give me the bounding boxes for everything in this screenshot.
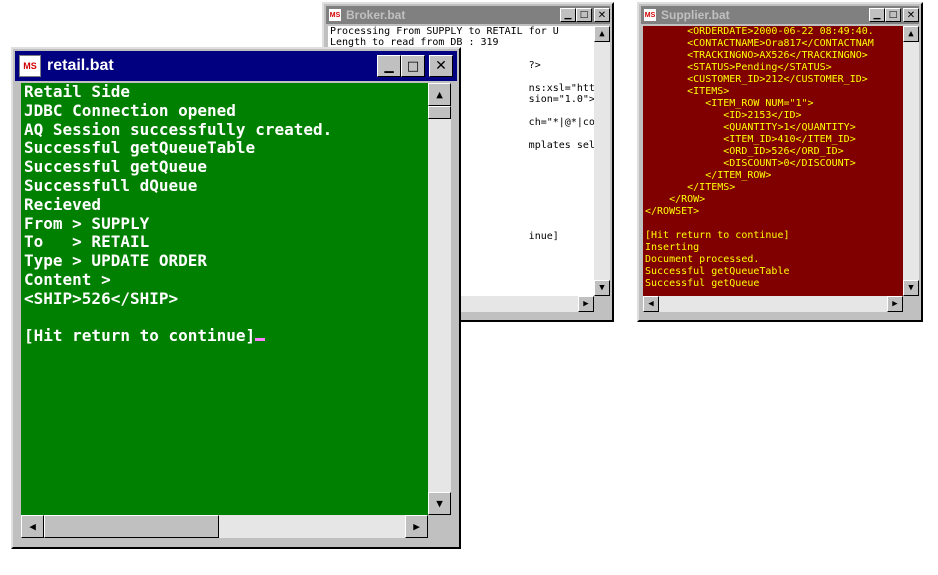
console-line: <ORDERDATE>2000-06-22 08:49:40.: [645, 26, 874, 37]
supplier-minimize-button[interactable]: ▁: [869, 8, 885, 22]
retail-title: retail.bat: [47, 57, 114, 74]
console-line: </ROWSET>: [645, 206, 700, 217]
scroll-up-arrow[interactable]: ▲: [428, 83, 451, 106]
console-line: Successful getQueue: [645, 278, 760, 289]
retail-console[interactable]: Retail Side JDBC Connection opened AQ Sess…: [21, 83, 428, 515]
resize-grip[interactable]: [428, 515, 451, 538]
supplier-console[interactable]: <ORDERDATE>2000-06-22 08:49:40. <CONTACT…: [643, 26, 903, 296]
close-icon: ✕: [597, 9, 607, 21]
scroll-down-arrow[interactable]: ▼: [428, 492, 451, 515]
broker-title: Broker.bat: [346, 8, 406, 22]
console-line: Successfull dQueue: [24, 175, 198, 195]
retail-minimize-button[interactable]: ▁: [377, 55, 401, 77]
broker-vertical-scrollbar[interactable]: ▲ ▼: [594, 26, 610, 296]
console-line: JDBC Connection opened: [24, 100, 236, 120]
retail-maximize-button[interactable]: □: [401, 55, 425, 77]
console-line: Retail Side: [24, 83, 130, 101]
minimize-icon: ▁: [564, 10, 572, 20]
console-line: Successful getQueue: [24, 157, 208, 177]
console-line: Successful getQueueTable: [645, 266, 790, 277]
console-line: <SHIP>526</SHIP>: [24, 288, 179, 308]
ms-dos-app-icon[interactable]: MS: [643, 8, 657, 22]
scroll-down-arrow[interactable]: ▼: [903, 280, 919, 296]
console-line: To > RETAIL: [24, 232, 150, 252]
ms-dos-app-icon[interactable]: MS: [328, 8, 342, 22]
maximize-icon: □: [579, 10, 589, 20]
scroll-left-arrow[interactable]: ◀: [21, 515, 44, 538]
text-cursor: [255, 338, 266, 342]
scroll-thumb[interactable]: [428, 106, 451, 119]
console-line: <TRACKINGNO>AX526</TRACKINGNO>: [645, 50, 868, 61]
scroll-up-arrow[interactable]: ▲: [594, 26, 610, 42]
console-line: Type > UPDATE ORDER: [24, 251, 208, 271]
supplier-window[interactable]: MS Supplier.bat ▁ □ ✕ <ORDERDATE>2000-06…: [637, 2, 923, 322]
console-line: <CUSTOMER_ID>212</CUSTOMER_ID>: [645, 74, 868, 85]
close-icon: ✕: [435, 58, 447, 74]
console-line: AQ Session successfully created.: [24, 119, 333, 139]
console-line: <ITEM_ID>410</ITEM_ID>: [645, 134, 856, 145]
resize-grip[interactable]: [903, 296, 919, 312]
scroll-left-arrow[interactable]: ◀: [643, 296, 659, 312]
retail-window[interactable]: MS retail.bat ▁ □ ✕ Retail Side JDBC Conn…: [11, 47, 461, 549]
console-line: [Hit return to continue]: [24, 327, 428, 346]
retail-close-button[interactable]: ✕: [429, 55, 453, 77]
scroll-thumb[interactable]: [44, 515, 219, 538]
console-line: <DISCOUNT>0</DISCOUNT>: [645, 158, 856, 169]
console-line: <ITEMS>: [645, 86, 730, 97]
supplier-close-button[interactable]: ✕: [903, 8, 919, 22]
minimize-icon: ▁: [873, 10, 881, 20]
console-line: <ORD_ID>526</ORD_ID>: [645, 146, 844, 157]
console-line: </ROW>: [645, 194, 706, 205]
broker-close-button[interactable]: ✕: [594, 8, 610, 22]
broker-minimize-button[interactable]: ▁: [560, 8, 576, 22]
minimize-icon: ▁: [384, 59, 394, 73]
supplier-title-bar[interactable]: MS Supplier.bat ▁ □ ✕: [641, 6, 919, 24]
supplier-horizontal-scrollbar[interactable]: ◀ ▶: [643, 296, 903, 312]
console-line: Content >: [24, 269, 111, 289]
console-line: Processing From SUPPLY to RETAIL for U: [330, 26, 559, 37]
maximize-icon: □: [406, 58, 420, 74]
console-line: </ITEM_ROW>: [645, 170, 772, 181]
maximize-icon: □: [888, 10, 898, 20]
supplier-vertical-scrollbar[interactable]: ▲ ▼: [903, 26, 919, 296]
ms-dos-app-icon[interactable]: MS: [19, 55, 41, 77]
supplier-maximize-button[interactable]: □: [885, 8, 901, 22]
supplier-title: Supplier.bat: [661, 8, 730, 22]
scroll-right-arrow[interactable]: ▶: [887, 296, 903, 312]
console-line: [Hit return to continue]: [645, 230, 790, 241]
console-line: Successful getQueueTable: [24, 138, 256, 158]
console-line: <CONTACTNAME>Ora817</CONTACTNAM: [645, 38, 874, 49]
console-line: Inserting: [645, 242, 700, 253]
close-icon: ✕: [906, 9, 916, 21]
console-line: <ID>2153</ID>: [645, 110, 802, 121]
console-line: <QUANTITY>1</QUANTITY>: [645, 122, 856, 133]
scroll-down-arrow[interactable]: ▼: [594, 280, 610, 296]
console-line: <STATUS>Pending</STATUS>: [645, 62, 832, 73]
scroll-right-arrow[interactable]: ▶: [578, 296, 594, 312]
retail-title-bar[interactable]: MS retail.bat ▁ □ ✕: [15, 51, 457, 81]
broker-maximize-button[interactable]: □: [576, 8, 592, 22]
console-line: Recieved: [24, 194, 102, 214]
console-line: Document processed.: [645, 254, 760, 265]
scroll-up-arrow[interactable]: ▲: [903, 26, 919, 42]
retail-vertical-scrollbar[interactable]: ▲ ▼: [428, 83, 451, 515]
retail-horizontal-scrollbar[interactable]: ◀ ▶: [21, 515, 428, 538]
broker-title-bar[interactable]: MS Broker.bat ▁ □ ✕: [326, 6, 610, 24]
console-line: </ITEMS>: [645, 182, 736, 193]
console-line: From > SUPPLY: [24, 213, 150, 233]
console-line: <ITEM_ROW NUM="1">: [645, 98, 814, 109]
scroll-right-arrow[interactable]: ▶: [405, 515, 428, 538]
